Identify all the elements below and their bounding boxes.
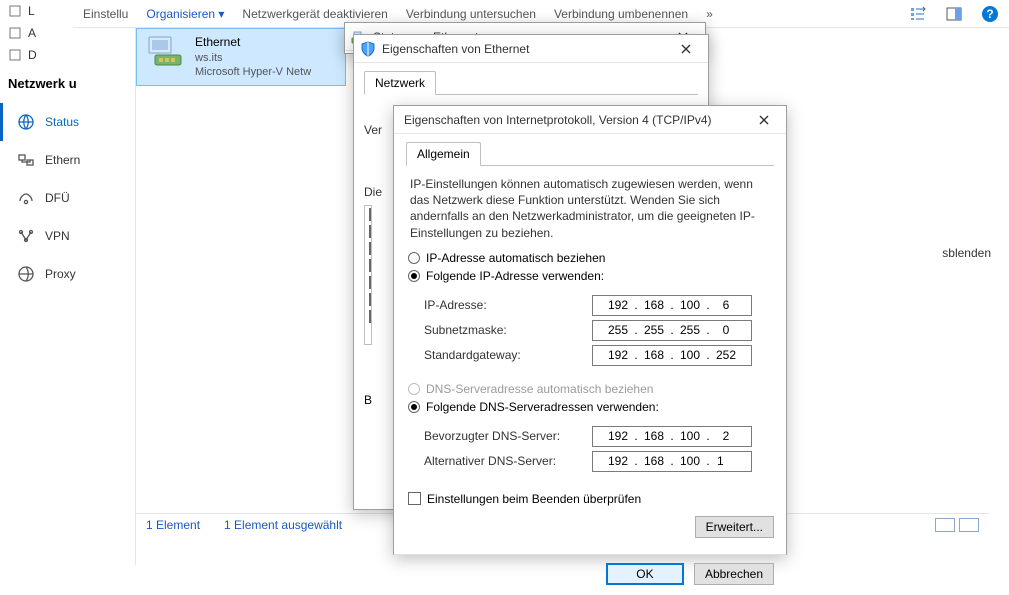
view-options-icon[interactable]	[909, 5, 927, 23]
sidebar-item-label: Status	[45, 115, 79, 129]
tab-network[interactable]: Netzwerk	[364, 71, 436, 95]
sidebar-stub[interactable]: D	[0, 44, 135, 66]
cancel-button[interactable]: Abbrechen	[694, 563, 774, 585]
radio-dns-manual[interactable]: Folgende DNS-Serveradressen verwenden:	[408, 400, 772, 414]
svg-text:?: ?	[986, 7, 993, 21]
radio-icon	[408, 252, 420, 264]
checkbox-label: Einstellungen beim Beenden überprüfen	[427, 492, 641, 506]
sidebar-heading: Netzwerk u	[0, 66, 135, 97]
close-button[interactable]	[748, 110, 780, 130]
sidebar-item-label: DFÜ	[45, 191, 70, 205]
input-ip-address[interactable]: 192. 168. 100. 6	[592, 295, 752, 316]
close-button[interactable]	[670, 39, 702, 59]
toolbar-disable-device[interactable]: Netzwerkgerät deaktivieren	[242, 7, 387, 21]
view-large-icon[interactable]	[959, 518, 979, 532]
radio-label: IP-Adresse automatisch beziehen	[426, 251, 605, 265]
sidebar-item-ethernet[interactable]: Ethern	[0, 141, 135, 179]
checkbox[interactable]	[369, 242, 371, 255]
checkbox[interactable]	[369, 310, 371, 323]
sidebar-item-label: Proxy	[45, 267, 76, 281]
input-alternate-dns[interactable]: 192. 168. 100. 1	[592, 451, 752, 472]
sidebar-item-vpn[interactable]: VPN	[0, 217, 135, 255]
input-subnet-mask[interactable]: 255. 255. 255. 0	[592, 320, 752, 341]
sidebar-item-label: Ethern	[45, 153, 80, 167]
checkbox-icon	[408, 492, 421, 505]
label-fragment: B	[364, 393, 368, 407]
toolbar-rename[interactable]: Verbindung umbenennen	[554, 7, 688, 21]
radio-label: DNS-Serveradresse automatisch beziehen	[426, 382, 653, 396]
checkbox[interactable]	[369, 225, 371, 238]
toolbar-settings[interactable]: Einstellu	[83, 7, 128, 21]
radio-icon	[408, 383, 420, 395]
radio-label: Folgende IP-Adresse verwenden:	[426, 269, 604, 283]
checkbox[interactable]	[369, 208, 371, 221]
connection-name: Ethernet	[195, 35, 311, 51]
toolbar-diagnose[interactable]: Verbindung untersuchen	[406, 7, 536, 21]
connection-adapter: Microsoft Hyper-V Netw	[195, 65, 311, 79]
radio-ip-auto[interactable]: IP-Adresse automatisch beziehen	[408, 251, 772, 265]
view-details-icon[interactable]	[935, 518, 955, 532]
input-preferred-dns[interactable]: 192. 168. 100. 2	[592, 426, 752, 447]
description-text: IP-Einstellungen können automatisch zuge…	[410, 176, 770, 241]
tab-general[interactable]: Allgemein	[406, 142, 481, 166]
label-default-gateway: Standardgateway:	[424, 348, 592, 362]
disk-icon	[8, 4, 22, 18]
input-default-gateway[interactable]: 192. 168. 100. 252	[592, 345, 752, 366]
checkbox[interactable]	[369, 293, 371, 306]
dialup-icon	[17, 189, 35, 207]
ethernet-icon	[17, 151, 35, 169]
connection-text: Ethernet ws.its Microsoft Hyper-V Netw	[195, 35, 311, 79]
status-count: 1 Element	[146, 518, 200, 532]
sidebar-item-label: VPN	[45, 229, 70, 243]
checkbox[interactable]	[369, 276, 371, 289]
network-adapter-icon	[147, 35, 187, 69]
label-alternate-dns: Alternativer DNS-Server:	[424, 454, 592, 468]
toolbar-overflow[interactable]: »	[706, 7, 713, 21]
radio-icon	[408, 270, 420, 282]
radio-icon	[408, 401, 420, 413]
vpn-icon	[17, 227, 35, 245]
disk-icon	[8, 26, 22, 40]
tab-strip: Allgemein	[406, 142, 774, 166]
preview-pane-icon[interactable]	[945, 5, 963, 23]
sidebar-stub-label: A	[28, 26, 36, 40]
disk-icon	[8, 48, 22, 62]
window-ipv4-properties: Eigenschaften von Internetprotokoll, Ver…	[393, 105, 787, 555]
connection-item-ethernet[interactable]: Ethernet ws.its Microsoft Hyper-V Netw	[136, 28, 346, 86]
toolbar-organize[interactable]: Organisieren ▾	[146, 7, 224, 21]
connection-domain: ws.its	[195, 51, 311, 65]
background-text-fragment: sblenden	[942, 246, 991, 260]
sidebar-stub-label: L	[28, 4, 35, 18]
globe-icon	[17, 265, 35, 283]
label-ip-address: IP-Adresse:	[424, 298, 592, 312]
sidebar-stub-label: D	[28, 48, 37, 62]
radio-ip-manual[interactable]: Folgende IP-Adresse verwenden:	[408, 269, 772, 283]
tab-strip: Netzwerk	[364, 71, 698, 95]
radio-label: Folgende DNS-Serveradressen verwenden:	[426, 400, 659, 414]
components-list[interactable]	[364, 205, 372, 345]
status-selected: 1 Element ausgewählt	[224, 518, 342, 532]
checkbox-validate-on-exit[interactable]: Einstellungen beim Beenden überprüfen	[408, 492, 774, 506]
radio-dns-auto: DNS-Serveradresse automatisch beziehen	[408, 382, 772, 396]
shield-icon	[360, 41, 376, 57]
checkbox[interactable]	[369, 259, 371, 272]
window-title: Eigenschaften von Ethernet	[382, 42, 670, 56]
help-icon[interactable]: ?	[981, 5, 999, 23]
sidebar-item-status[interactable]: Status	[0, 103, 135, 141]
sidebar-item-proxy[interactable]: Proxy	[0, 255, 135, 293]
settings-sidebar: L A D Netzwerk u Status Ethern DFÜ VPN P…	[0, 0, 136, 565]
label-subnet-mask: Subnetzmaske:	[424, 323, 592, 337]
label-preferred-dns: Bevorzugter DNS-Server:	[424, 429, 592, 443]
window-title: Eigenschaften von Internetprotokoll, Ver…	[400, 113, 748, 127]
advanced-button[interactable]: Erweitert...	[695, 516, 774, 538]
ok-button[interactable]: OK	[606, 563, 684, 585]
sidebar-item-dialup[interactable]: DFÜ	[0, 179, 135, 217]
globe-icon	[17, 113, 35, 131]
